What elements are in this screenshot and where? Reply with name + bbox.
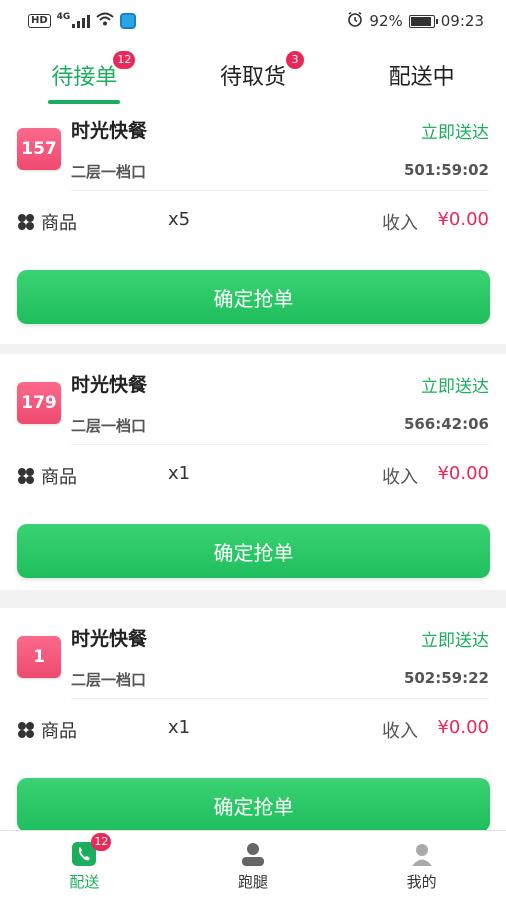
network-type: 4G — [56, 12, 71, 22]
status-bar-right: 92% 09:23 — [347, 11, 484, 31]
order-card: 157 时光快餐 立即送达 二层一档口 501:59:02 商品 x5 收入 ¥… — [0, 108, 506, 344]
bottom-nav: 12 配送 跑腿 我的 — [0, 830, 506, 900]
goods-icon — [18, 722, 34, 738]
divider — [71, 190, 489, 191]
order-number-badge: 157 — [17, 128, 61, 170]
tab-label: 待取货 3 — [220, 51, 305, 91]
goods-icon — [18, 214, 34, 230]
income-amount: ¥0.00 — [437, 209, 489, 230]
goods-label: 商品 — [41, 721, 77, 742]
grab-order-button[interactable]: 确定抢单 — [17, 270, 490, 324]
shop-address: 二层一档口 — [71, 671, 147, 689]
nav-label: 我的 — [406, 873, 437, 891]
order-number-badge: 1 — [17, 636, 61, 678]
countdown-timer: 566:42:06 — [403, 415, 489, 433]
nav-profile[interactable]: 我的 — [337, 831, 506, 900]
goods-quantity: x1 — [168, 717, 191, 738]
nav-label: 配送 — [69, 873, 100, 891]
income-label: 收入 — [382, 721, 418, 742]
shop-name: 时光快餐 — [71, 374, 148, 396]
delivery-type: 立即送达 — [421, 123, 489, 143]
countdown-timer: 502:59:22 — [403, 669, 489, 687]
goods-quantity: x5 — [168, 209, 191, 230]
tab-active-indicator — [48, 100, 121, 104]
nav-badge: 12 — [91, 833, 112, 851]
goods-label: 商品 — [41, 467, 77, 488]
tab-pending-accept[interactable]: 待接单 12 — [0, 42, 169, 108]
delivery-type: 立即送达 — [421, 631, 489, 651]
app-icon — [120, 13, 137, 29]
user-icon — [240, 841, 266, 867]
tab-badge: 12 — [113, 51, 136, 69]
shop-name: 时光快餐 — [71, 628, 148, 650]
delivery-phone-icon: 12 — [71, 833, 112, 867]
alarm-icon — [347, 11, 363, 31]
status-bar: HD 4G 92% 09:23 — [0, 0, 506, 42]
nav-delivery[interactable]: 12 配送 — [0, 831, 169, 900]
shop-address: 二层一档口 — [71, 417, 147, 435]
order-card: 179 时光快餐 立即送达 二层一档口 566:42:06 商品 x1 收入 ¥… — [0, 354, 506, 590]
divider — [71, 698, 489, 699]
grab-order-button[interactable]: 确定抢单 — [17, 524, 490, 578]
countdown-timer: 501:59:02 — [403, 161, 489, 179]
wifi-icon — [96, 12, 114, 30]
nav-errand[interactable]: 跑腿 — [169, 831, 338, 900]
income-label: 收入 — [382, 467, 418, 488]
goods-icon — [18, 468, 34, 484]
order-list[interactable]: 157 时光快餐 立即送达 二层一档口 501:59:02 商品 x5 收入 ¥… — [0, 108, 506, 830]
tab-badge: 3 — [286, 51, 305, 69]
tab-delivering[interactable]: 配送中 — [337, 42, 506, 108]
income-amount: ¥0.00 — [437, 463, 489, 484]
battery-percent: 92% — [369, 12, 403, 30]
grab-order-button[interactable]: 确定抢单 — [17, 778, 490, 830]
hd-icon: HD — [28, 14, 51, 28]
shop-address: 二层一档口 — [71, 163, 147, 181]
goods-label: 商品 — [41, 213, 77, 234]
goods-quantity: x1 — [168, 463, 191, 484]
signal-icon — [72, 14, 91, 28]
order-number-badge: 179 — [17, 382, 61, 424]
income-amount: ¥0.00 — [437, 717, 489, 738]
nav-label: 跑腿 — [238, 873, 269, 891]
clock: 09:23 — [440, 12, 484, 30]
status-bar-left: HD 4G — [28, 12, 137, 30]
battery-icon — [408, 14, 438, 28]
order-card: 1 时光快餐 立即送达 二层一档口 502:59:22 商品 x1 收入 ¥0.… — [0, 608, 506, 830]
divider — [71, 444, 489, 445]
tab-pending-pickup[interactable]: 待取货 3 — [169, 42, 338, 108]
tab-label: 待接单 12 — [51, 51, 136, 91]
order-tabs: 待接单 12 待取货 3 配送中 — [0, 42, 506, 108]
profile-icon — [409, 841, 435, 867]
tab-label: 配送中 — [388, 65, 455, 90]
shop-name: 时光快餐 — [71, 120, 148, 142]
income-label: 收入 — [382, 213, 418, 234]
delivery-type: 立即送达 — [421, 377, 489, 397]
